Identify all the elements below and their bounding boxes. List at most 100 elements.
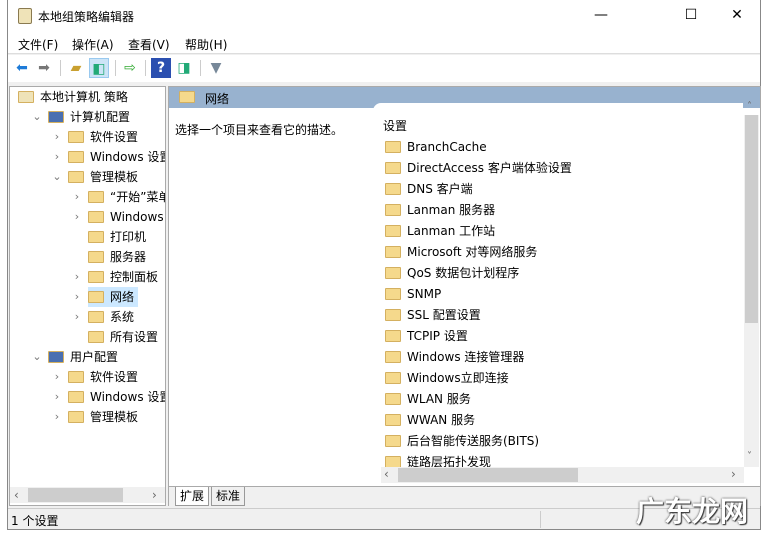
list-item-label: Microsoft 对等网络服务 [407, 245, 538, 259]
list-item[interactable]: QoS 数据包计划程序 [385, 263, 519, 284]
chevron-right-icon[interactable]: › [72, 187, 82, 207]
tab-extended[interactable]: 扩展 [175, 487, 210, 506]
filter-icon[interactable]: ▼ [206, 58, 226, 78]
help-icon[interactable]: ? [151, 58, 171, 78]
up-folder-icon[interactable]: ▰ [66, 58, 86, 78]
list-item-label: Windows 连接管理器 [407, 350, 525, 364]
tree-item[interactable]: ⌄ 用户配置 [10, 347, 165, 367]
folder-icon [385, 204, 401, 216]
list-item[interactable]: SNMP [385, 284, 441, 305]
list-item[interactable]: Microsoft 对等网络服务 [385, 242, 537, 263]
list-item[interactable]: WLAN 服务 [385, 389, 471, 410]
scroll-down-icon[interactable]: ˅ [747, 451, 752, 462]
chevron-right-icon[interactable]: › [72, 207, 82, 227]
list-item[interactable]: Windows立即连接 [385, 368, 509, 389]
menu-file[interactable]: 文件(F) [18, 36, 58, 53]
list-item[interactable]: 后台智能传送服务(BITS) [385, 431, 539, 452]
chevron-right-icon[interactable]: › [52, 147, 62, 167]
list-item[interactable]: SSL 配置设置 [385, 305, 481, 326]
computer-icon [48, 351, 64, 363]
chevron-right-icon[interactable]: › [52, 387, 62, 407]
menu-view[interactable]: 查看(V) [128, 36, 170, 53]
menu-help[interactable]: 帮助(H) [185, 36, 227, 53]
scroll-right-icon[interactable]: › [731, 467, 736, 481]
minimize-button[interactable]: — [578, 0, 624, 30]
list-item[interactable]: DNS 客户端 [385, 179, 473, 200]
folder-icon [88, 211, 104, 223]
tree-item[interactable]: › Windows 设置 [10, 147, 165, 167]
scroll-thumb[interactable] [28, 488, 123, 502]
chevron-down-icon[interactable]: ⌄ [52, 167, 62, 187]
chevron-right-icon[interactable]: › [52, 127, 62, 147]
folder-icon [88, 231, 104, 243]
chevron-right-icon[interactable]: › [72, 307, 82, 327]
list-item[interactable]: DirectAccess 客户端体验设置 [385, 158, 572, 179]
show-action-pane-icon[interactable]: ◨ [174, 58, 194, 78]
close-button[interactable]: ✕ [714, 0, 760, 30]
tree-item[interactable]: ⌄ 管理模板 [10, 167, 165, 187]
tree-item[interactable]: ⌄ 计算机配置 [10, 107, 165, 127]
tree-item[interactable]: › “开始”菜单和 [10, 187, 165, 207]
tree-item[interactable]: 服务器 [10, 247, 165, 267]
scroll-thumb[interactable] [398, 468, 578, 482]
tree-item[interactable]: › 软件设置 [10, 127, 165, 147]
tree-item[interactable]: › 网络 [10, 287, 165, 307]
chevron-right-icon[interactable]: › [52, 407, 62, 427]
tree-hscrollbar[interactable]: ‹ › [10, 487, 165, 503]
scroll-left-icon[interactable]: ‹ [14, 488, 19, 502]
folder-icon [88, 271, 104, 283]
tree-item-label: Windows 组件 [110, 210, 165, 224]
chevron-right-icon[interactable]: › [72, 267, 82, 287]
list-item[interactable]: BranchCache [385, 137, 487, 158]
tree-item-label: 管理模板 [90, 170, 139, 184]
list-item-label: Lanman 服务器 [407, 203, 496, 217]
tree-item-label: Windows 设置 [90, 150, 165, 164]
list-item-label: QoS 数据包计划程序 [407, 266, 520, 280]
tab-standard[interactable]: 标准 [211, 487, 246, 506]
computer-icon [48, 111, 64, 123]
scroll-thumb[interactable] [745, 115, 758, 323]
folder-icon [385, 288, 401, 300]
maximize-button[interactable]: ☐ [668, 0, 714, 30]
list-item[interactable]: Windows 连接管理器 [385, 347, 524, 368]
folder-icon [68, 151, 84, 163]
scroll-up-icon[interactable]: ˄ [747, 101, 752, 112]
chevron-right-icon[interactable]: › [72, 287, 82, 307]
tree-item[interactable]: › 系统 [10, 307, 165, 327]
tree-item[interactable]: 打印机 [10, 227, 165, 247]
list-item[interactable]: Lanman 服务器 [385, 200, 495, 221]
back-icon[interactable]: ⬅ [12, 58, 32, 78]
chevron-down-icon[interactable]: ⌄ [32, 347, 42, 367]
list-item[interactable]: TCPIP 设置 [385, 326, 468, 347]
pane-header-title: 网络 [205, 92, 230, 106]
tree-item-label: 软件设置 [90, 130, 139, 144]
tree-item[interactable]: › 控制面板 [10, 267, 165, 287]
chevron-right-icon[interactable]: › [52, 367, 62, 387]
show-hide-tree-icon[interactable]: ◧ [89, 58, 109, 78]
tree-item[interactable]: › Windows 组件 [10, 207, 165, 227]
scroll-left-icon[interactable]: ‹ [384, 467, 389, 481]
list-hscrollbar[interactable]: ‹ › [381, 467, 744, 483]
tree-item-label: 所有设置 [110, 330, 159, 344]
menu-bar: 文件(F) 操作(A) 查看(V) 帮助(H) [8, 32, 760, 54]
forward-icon[interactable]: ➡ [34, 58, 54, 78]
menu-action[interactable]: 操作(A) [72, 36, 114, 53]
list-item[interactable]: Lanman 工作站 [385, 221, 495, 242]
tree-item[interactable]: › 管理模板 [10, 407, 165, 427]
scroll-right-icon[interactable]: › [152, 488, 157, 502]
tree-item-label: Windows 设置 [90, 390, 165, 404]
chevron-down-icon[interactable]: ⌄ [32, 107, 42, 127]
folder-icon [88, 311, 104, 323]
list-item[interactable]: WWAN 服务 [385, 410, 475, 431]
column-header-settings[interactable]: 设置 [383, 117, 407, 134]
export-list-icon[interactable]: ⇨ [120, 58, 140, 78]
folder-icon [385, 372, 401, 384]
folder-icon [68, 411, 84, 423]
tree-item[interactable]: › Windows 设置 [10, 387, 165, 407]
tree-item[interactable]: › 软件设置 [10, 367, 165, 387]
tree-item[interactable]: 所有设置 [10, 327, 165, 347]
tree-item[interactable]: 本地计算机 策略 [10, 87, 165, 107]
folder-icon [68, 171, 84, 183]
list-vscrollbar[interactable]: ˄ ˅ [744, 101, 759, 467]
tree-item-label: 本地计算机 策略 [40, 90, 128, 104]
